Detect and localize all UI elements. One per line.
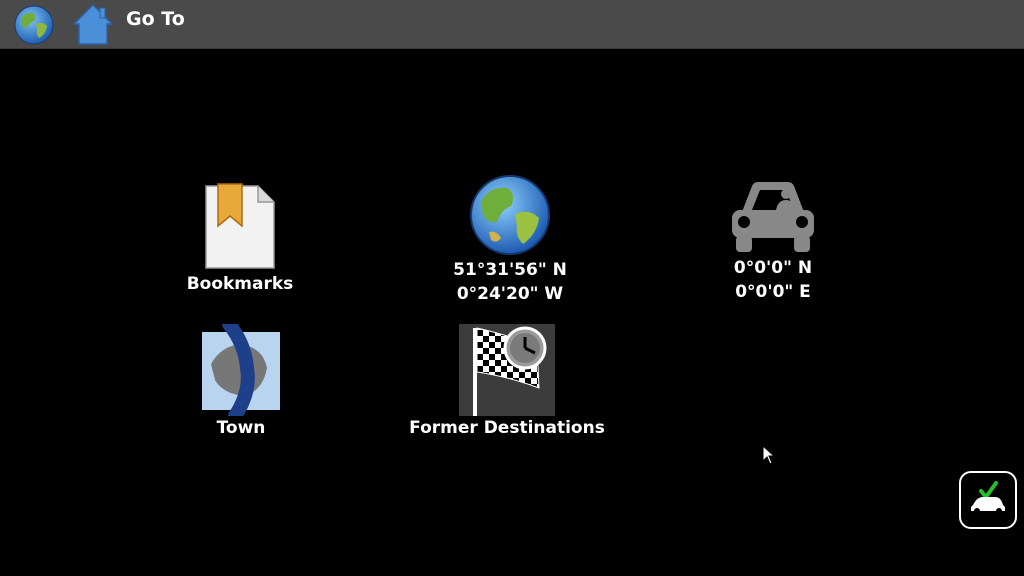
vehicle-latitude: 0°0'0" N (733, 258, 813, 278)
town-map-icon (202, 324, 280, 416)
coordinates-button[interactable]: 51°31'56" N 0°24'20" W (430, 174, 590, 306)
page-title: Go To (126, 8, 185, 30)
globe-icon[interactable] (13, 4, 55, 46)
globe-icon (470, 175, 550, 255)
town-label: Town (216, 418, 266, 438)
coordinates-longitude: 0°24'20" W (456, 284, 564, 304)
bookmark-document-icon (205, 183, 275, 269)
bookmarks-label: Bookmarks (186, 274, 294, 294)
car-check-icon (971, 481, 1005, 514)
bookmarks-button[interactable]: Bookmarks (180, 182, 300, 296)
confirm-car-button[interactable] (959, 471, 1017, 529)
former-destinations-label: Former Destinations (409, 418, 605, 438)
coordinates-latitude: 51°31'56" N (453, 260, 567, 280)
checkered-flag-clock-icon (459, 324, 555, 416)
header-bar: Go To (0, 0, 1024, 49)
car-icon (732, 182, 814, 252)
home-icon[interactable] (70, 2, 116, 46)
mouse-pointer-icon (762, 445, 776, 465)
vehicle-longitude: 0°0'0" E (735, 282, 811, 302)
vehicle-position-button[interactable]: 0°0'0" N 0°0'0" E (713, 178, 833, 304)
town-button[interactable]: Town (181, 324, 301, 440)
former-destinations-button[interactable]: Former Destinations (405, 324, 609, 440)
